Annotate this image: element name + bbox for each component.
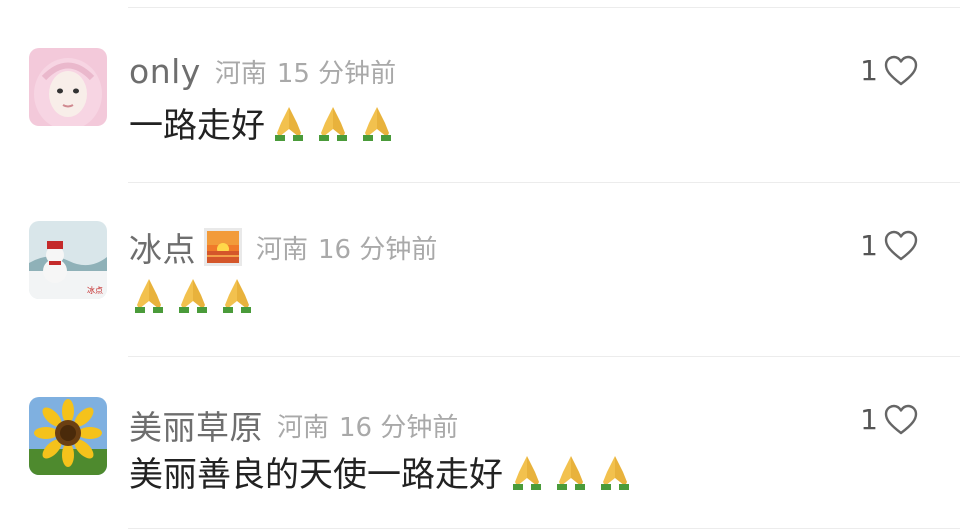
location-label: 河南 (277, 412, 330, 443)
avatar-sunflower-icon (29, 397, 107, 475)
username[interactable]: 美丽草原 (129, 401, 263, 449)
avatar[interactable] (29, 48, 107, 126)
like-count: 1 (860, 229, 878, 262)
folded-hands-icon (269, 103, 309, 143)
folded-hands-icon (173, 275, 213, 315)
like-button[interactable]: 1 (860, 54, 918, 87)
avatar-snowman-icon: 冰点 (29, 221, 107, 299)
folded-hands-icon (507, 452, 547, 492)
username[interactable]: only (129, 52, 201, 91)
username[interactable]: 冰点 (129, 223, 196, 271)
like-button[interactable]: 1 (860, 229, 918, 262)
comment-item: only 河南 15 分钟前 一路走好 1 (0, 8, 960, 183)
heart-icon[interactable] (884, 230, 918, 262)
location-label: 河南 (214, 59, 267, 89)
heart-icon[interactable] (884, 55, 918, 87)
svg-text:冰点: 冰点 (87, 285, 103, 295)
comment-text (129, 275, 257, 315)
comment-text: 美丽善良的天使一路走好 (129, 447, 635, 496)
folded-hands-icon (551, 452, 591, 492)
timestamp: 16 分钟前 (339, 412, 459, 443)
sunset-icon (204, 228, 242, 266)
avatar-girl-pink-hood-icon (29, 48, 107, 126)
like-count: 1 (860, 403, 878, 436)
heart-icon[interactable] (884, 404, 918, 436)
folded-hands-icon (217, 275, 257, 315)
timestamp: 15 分钟前 (276, 59, 397, 89)
comment-item: 冰点 冰点 河南 16 分钟前 1 (0, 183, 960, 358)
folded-hands-icon (595, 452, 635, 492)
comment-text-body: 一路走好 (129, 106, 265, 146)
avatar[interactable] (29, 397, 107, 475)
timestamp: 16 分钟前 (318, 234, 438, 265)
folded-hands-icon (313, 103, 353, 143)
location-label: 河南 (256, 234, 309, 265)
like-count: 1 (860, 54, 878, 87)
folded-hands-icon (129, 275, 169, 315)
comment-item: 美丽草原 河南 16 分钟前 美丽善良的天使一路走好 1 (0, 357, 960, 532)
avatar[interactable]: 冰点 (29, 221, 107, 299)
folded-hands-icon (357, 103, 397, 143)
like-button[interactable]: 1 (860, 403, 918, 436)
comment-text: 一路走好 (129, 98, 397, 147)
comment-text-body: 美丽善良的天使一路走好 (129, 455, 503, 495)
